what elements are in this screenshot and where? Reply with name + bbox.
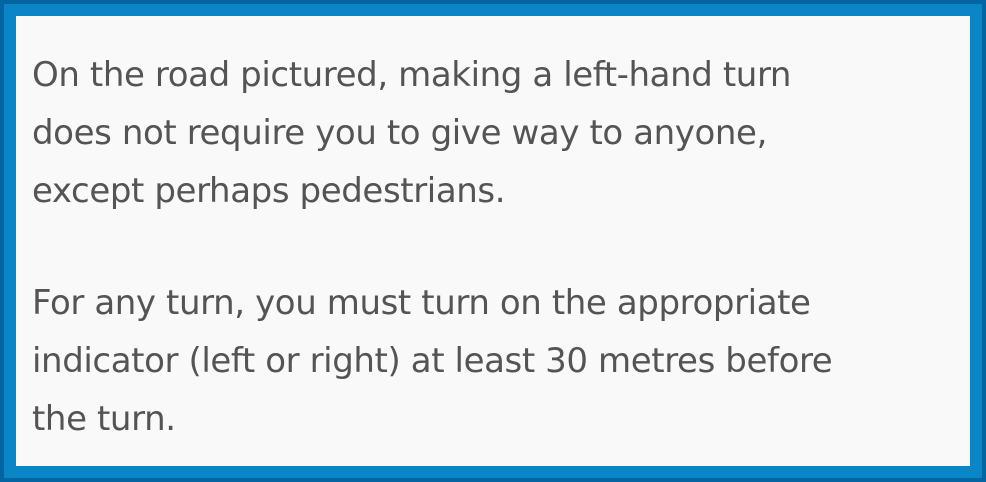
info-paragraph-left-turn: On the road pictured, making a left-hand… <box>32 55 792 211</box>
info-card-frame: On the road pictured, making a left-hand… <box>0 0 986 482</box>
info-paragraph-indicator: For any turn, you must turn on the appro… <box>32 283 833 439</box>
info-card-panel: On the road pictured, making a left-hand… <box>16 16 970 466</box>
